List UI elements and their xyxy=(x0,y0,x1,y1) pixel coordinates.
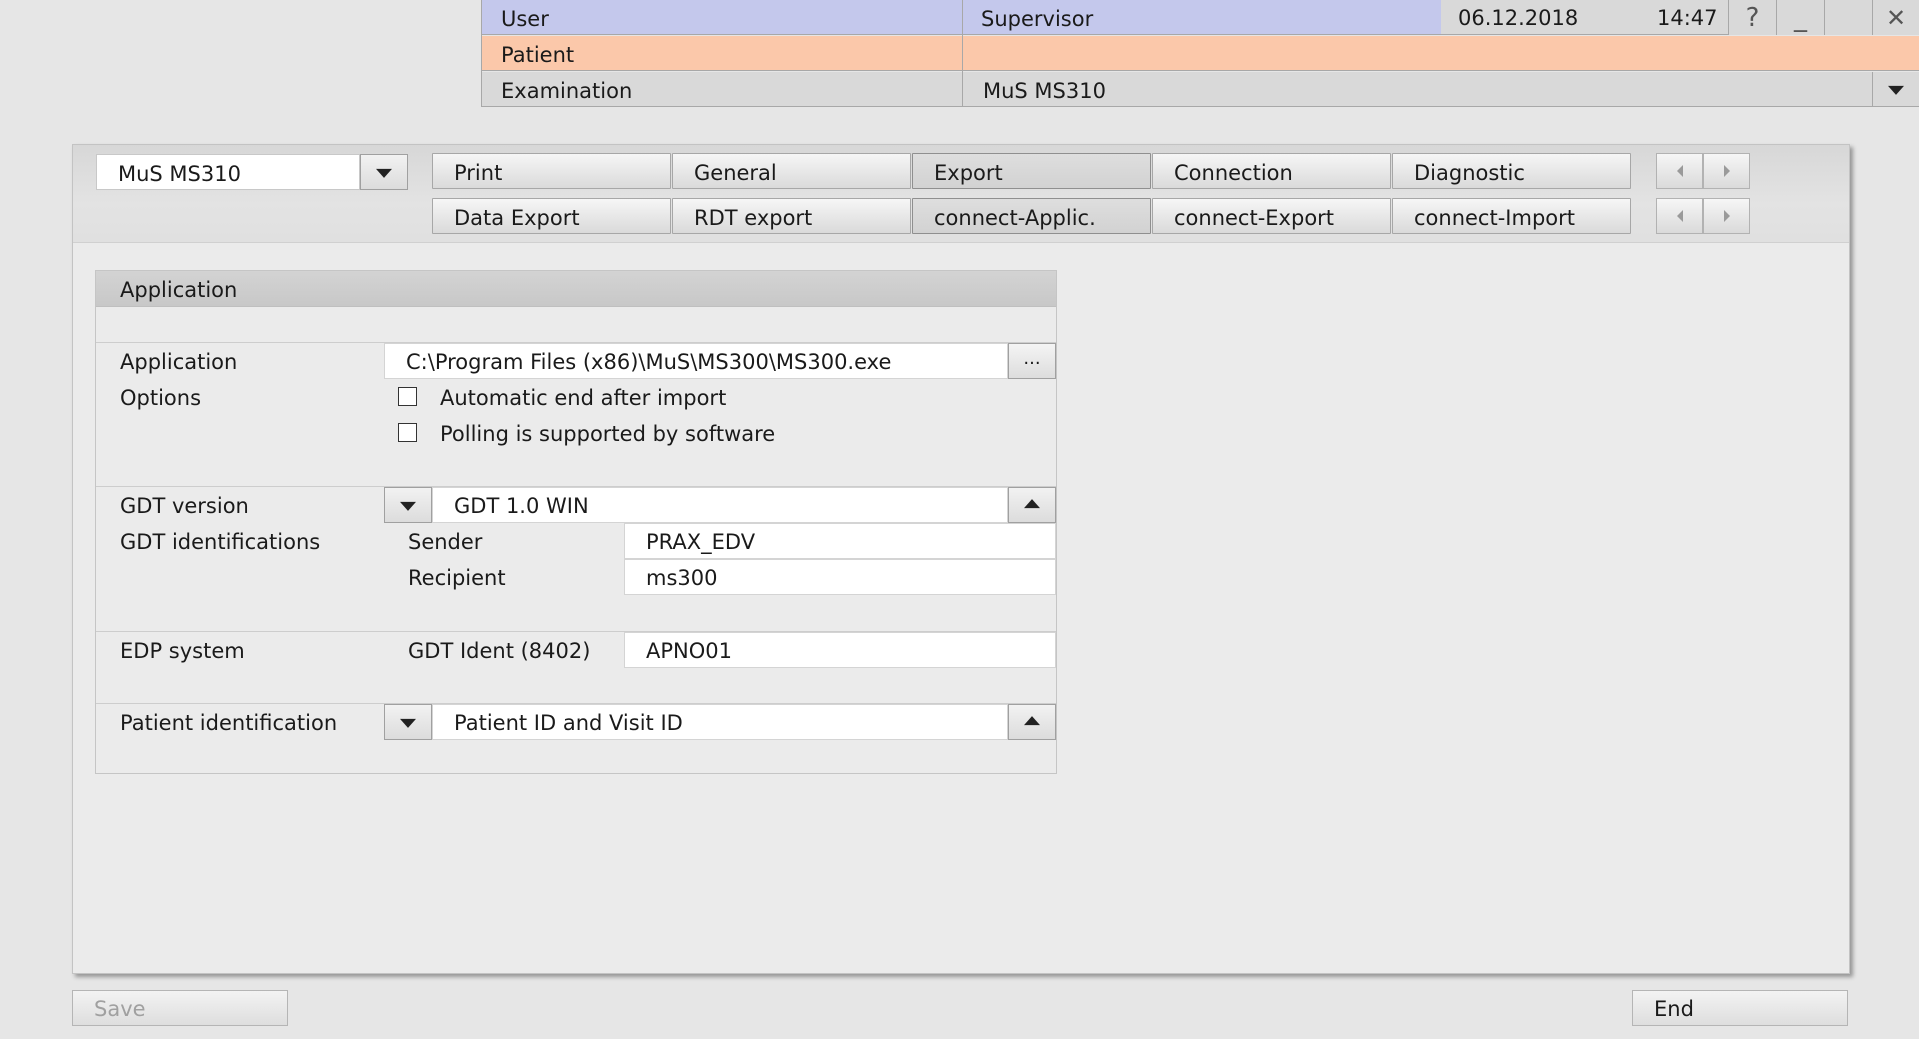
gdt-version-prev-button[interactable] xyxy=(384,487,432,523)
section-header: Application xyxy=(96,271,1056,307)
auto-end-checkbox[interactable] xyxy=(398,387,417,406)
tab-label: Print xyxy=(454,161,503,185)
tab-label: Export xyxy=(934,161,1003,185)
recipient-label: Recipient xyxy=(408,566,506,590)
tab-diagnostic[interactable]: Diagnostic xyxy=(1392,153,1631,189)
application-label: Application xyxy=(120,350,238,374)
user-label-cell: User xyxy=(481,0,962,35)
arrow-left-icon xyxy=(1676,210,1683,222)
chevron-down-icon xyxy=(1888,85,1904,95)
tab-general[interactable]: General xyxy=(672,153,911,189)
application-path-value: C:\Program Files (x86)\MuS\MS300\MS300.e… xyxy=(406,350,892,374)
tab-label: General xyxy=(694,161,777,185)
subtabs-scroll-left-button[interactable] xyxy=(1656,198,1703,234)
browse-button[interactable]: ... xyxy=(1008,343,1056,379)
tab-label: RDT export xyxy=(694,206,813,230)
polling-checkbox[interactable] xyxy=(398,423,417,442)
minimize-icon: _ xyxy=(1794,2,1807,33)
user-value-cell: Supervisor xyxy=(962,0,1441,35)
tab-connection[interactable]: Connection xyxy=(1152,153,1391,189)
gdt-version-value: GDT 1.0 WIN xyxy=(454,494,589,518)
application-form: Application Application C:\Program Files… xyxy=(95,270,1057,774)
date-text: 06.12.2018 xyxy=(1458,6,1579,30)
gdt-ident-8402-label: GDT Ident (8402) xyxy=(408,639,591,663)
section-title: Application xyxy=(120,278,238,302)
end-label: End xyxy=(1654,997,1694,1021)
device-dropdown-button[interactable] xyxy=(360,154,408,190)
save-label: Save xyxy=(94,997,146,1021)
time-text: 14:47 xyxy=(1657,6,1718,30)
gdt-ident-label: GDT identifications xyxy=(120,530,321,554)
chevron-up-icon xyxy=(1024,499,1040,509)
tabs-scroll-right-button[interactable] xyxy=(1703,153,1750,189)
patient-label: Patient xyxy=(501,43,575,67)
sender-label: Sender xyxy=(408,530,483,554)
recipient-field[interactable]: ms300 xyxy=(624,559,1056,595)
patient-ident-label: Patient identification xyxy=(120,711,338,735)
gdt-ident-8402-field[interactable]: APNO01 xyxy=(624,632,1056,668)
tab-connect-import[interactable]: connect-Import xyxy=(1392,198,1631,234)
save-button[interactable]: Save xyxy=(72,990,288,1026)
patient-value-cell[interactable] xyxy=(962,36,1919,71)
close-icon: ✕ xyxy=(1885,3,1907,32)
tab-label: connect-Import xyxy=(1414,206,1575,230)
tabs-scroll-left-button[interactable] xyxy=(1656,153,1703,189)
tab-label: connect-Applic. xyxy=(934,206,1096,230)
polling-label: Polling is supported by software xyxy=(440,422,776,446)
end-button[interactable]: End xyxy=(1632,990,1848,1026)
exam-label-cell: Examination xyxy=(481,72,962,107)
arrow-right-icon xyxy=(1723,210,1730,222)
help-button[interactable]: ? xyxy=(1728,0,1776,35)
chevron-down-icon xyxy=(400,501,416,511)
gdt-ident-8402-value: APNO01 xyxy=(646,639,732,663)
sender-value: PRAX_EDV xyxy=(646,530,756,554)
chevron-up-icon xyxy=(1024,716,1040,726)
patient-ident-prev-button[interactable] xyxy=(384,704,432,740)
patient-ident-select[interactable]: Patient ID and Visit ID xyxy=(432,704,1008,740)
tab-connect-applic[interactable]: connect-Applic. xyxy=(912,198,1151,234)
device-select[interactable]: MuS MS310 xyxy=(96,154,360,190)
tab-connect-export[interactable]: connect-Export xyxy=(1152,198,1391,234)
minimize-button[interactable]: _ xyxy=(1776,0,1824,35)
application-path-field[interactable]: C:\Program Files (x86)\MuS\MS300\MS300.e… xyxy=(384,343,1008,379)
recipient-value: ms300 xyxy=(646,566,718,590)
user-value: Supervisor xyxy=(981,7,1094,31)
sender-field[interactable]: PRAX_EDV xyxy=(624,523,1056,559)
patient-ident-next-button[interactable] xyxy=(1008,704,1056,740)
gdt-version-select[interactable]: GDT 1.0 WIN xyxy=(432,487,1008,523)
datetime-cell: 06.12.2018 14:47 xyxy=(1441,0,1728,35)
tab-print[interactable]: Print xyxy=(432,153,671,189)
help-icon: ? xyxy=(1745,2,1760,33)
arrow-left-icon xyxy=(1676,165,1683,177)
patient-ident-value: Patient ID and Visit ID xyxy=(454,711,683,735)
gdt-version-label: GDT version xyxy=(120,494,249,518)
gdt-version-next-button[interactable] xyxy=(1008,487,1056,523)
tab-label: connect-Export xyxy=(1174,206,1335,230)
user-label: User xyxy=(501,7,549,31)
close-button[interactable]: ✕ xyxy=(1872,0,1919,35)
tab-label: Connection xyxy=(1174,161,1293,185)
edp-system-label: EDP system xyxy=(120,639,245,663)
tab-export[interactable]: Export xyxy=(912,153,1151,189)
tab-rdt-export[interactable]: RDT export xyxy=(672,198,911,234)
patient-label-cell: Patient xyxy=(481,36,962,71)
auto-end-label: Automatic end after import xyxy=(440,386,727,410)
options-label: Options xyxy=(120,386,202,410)
tab-data-export[interactable]: Data Export xyxy=(432,198,671,234)
subtabs-scroll-right-button[interactable] xyxy=(1703,198,1750,234)
chevron-down-icon xyxy=(376,168,392,178)
exam-select[interactable]: MuS MS310 xyxy=(962,72,1872,107)
tab-label: Diagnostic xyxy=(1414,161,1525,185)
chevron-down-icon xyxy=(400,718,416,728)
maximize-button[interactable] xyxy=(1824,0,1872,35)
arrow-right-icon xyxy=(1723,165,1730,177)
exam-value: MuS MS310 xyxy=(983,79,1106,103)
tab-label: Data Export xyxy=(454,206,580,230)
exam-dropdown-button[interactable] xyxy=(1872,72,1919,107)
browse-label: ... xyxy=(1023,348,1041,369)
device-select-value: MuS MS310 xyxy=(118,162,241,186)
exam-label: Examination xyxy=(501,79,633,103)
